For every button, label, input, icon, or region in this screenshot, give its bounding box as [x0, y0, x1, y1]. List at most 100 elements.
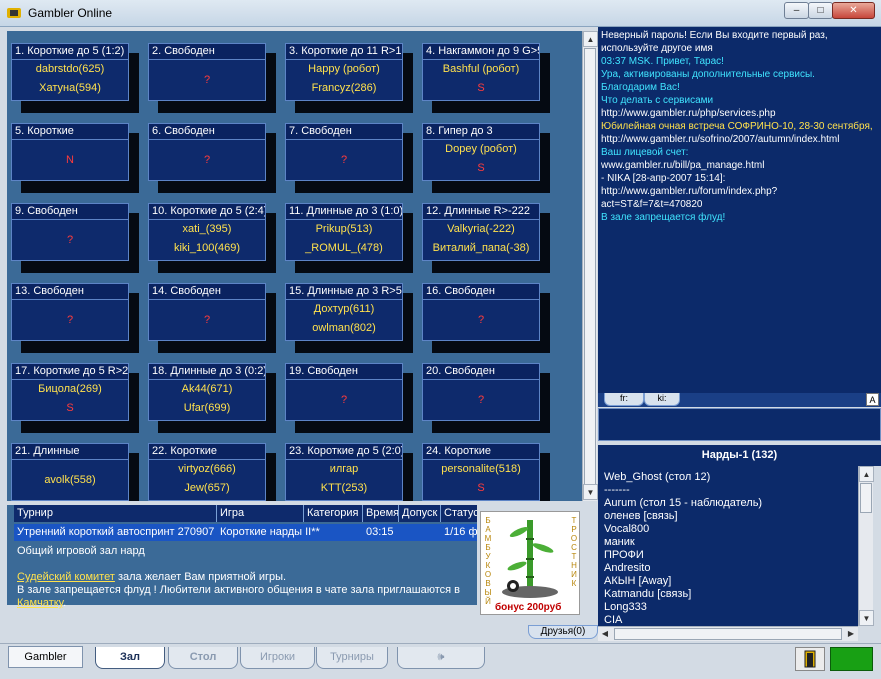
- table-player[interactable]: Bashful (робот): [423, 60, 539, 79]
- table-card[interactable]: 20. Свободен?: [422, 363, 540, 421]
- chat-tab-fr[interactable]: fr:: [604, 393, 644, 406]
- game-table[interactable]: 3. Короткие до 11 R>1 G Happy (робот) Fran…: [285, 43, 413, 113]
- game-table[interactable]: 4. Накгаммон до 9 G>5 Bashful (робот) S: [422, 43, 550, 113]
- table-player[interactable]: Dopey (робот): [423, 140, 539, 159]
- table-player[interactable]: kiki_100(469): [149, 239, 265, 258]
- table-player[interactable]: Francyz(286): [286, 79, 402, 98]
- table-card[interactable]: 16. Свободен?: [422, 283, 540, 341]
- lobby-scrollbar[interactable]: ▲ ▼: [582, 31, 598, 501]
- col-time[interactable]: Время: [363, 505, 399, 522]
- game-table[interactable]: 19. Свободен?: [285, 363, 413, 433]
- sound-icon[interactable]: 🕪: [397, 647, 485, 669]
- list-item[interactable]: Web_Ghost (стол 12): [604, 471, 858, 484]
- col-access[interactable]: Допуск: [399, 505, 441, 522]
- table-card[interactable]: 19. Свободен?: [285, 363, 403, 421]
- list-item[interactable]: оленев [связь]: [604, 510, 858, 523]
- tab-gambler[interactable]: Gambler: [8, 646, 83, 668]
- table-card[interactable]: 13. Свободен?: [11, 283, 129, 341]
- table-card[interactable]: 12. Длинные R>-222 Valkyria(-222) Виталий_…: [422, 203, 540, 261]
- table-player[interactable]: Ufar(699): [149, 399, 265, 418]
- col-category[interactable]: Категория: [304, 505, 363, 522]
- table-card[interactable]: 24. Короткие personalite(518) S: [422, 443, 540, 501]
- table-player[interactable]: Prikup(513): [286, 220, 402, 239]
- scroll-thumb[interactable]: [860, 483, 872, 513]
- table-card[interactable]: 2. Свободен?: [148, 43, 266, 101]
- col-status[interactable]: Статус: [441, 505, 477, 522]
- table-player[interactable]: Happy (робот): [286, 60, 402, 79]
- game-table[interactable]: 2. Свободен?: [148, 43, 276, 113]
- table-player[interactable]: KTT(253): [286, 479, 402, 498]
- table-player[interactable]: personalite(518): [423, 460, 539, 479]
- table-player[interactable]: Бицола(269): [12, 380, 128, 399]
- table-player[interactable]: Jew(657): [149, 479, 265, 498]
- list-item[interactable]: Katmandu [связь]: [604, 588, 858, 601]
- close-button[interactable]: ✕: [832, 2, 875, 19]
- game-table[interactable]: 21. Длинные avolk(558): [11, 443, 139, 501]
- list-item[interactable]: -------: [604, 484, 858, 497]
- table-card[interactable]: 17. Короткие до 5 R>250 Бицола(269) S: [11, 363, 129, 421]
- hscroll-thumb[interactable]: [614, 628, 842, 640]
- table-card[interactable]: 23. Короткие до 5 (2:0) илгар KTT(253): [285, 443, 403, 501]
- tab-players[interactable]: Игроки: [240, 647, 315, 669]
- col-tournament[interactable]: Турнир: [14, 505, 217, 522]
- table-player[interactable]: virtyoz(666): [149, 460, 265, 479]
- tab-tournaments[interactable]: Турниры: [316, 647, 388, 669]
- table-card[interactable]: 14. Свободен?: [148, 283, 266, 341]
- game-table[interactable]: 22. Короткие virtyoz(666) Jew(657): [148, 443, 276, 501]
- table-player[interactable]: Хатуна(594): [12, 79, 128, 98]
- players-hscrollbar[interactable]: ◀ ▶: [598, 626, 858, 641]
- table-player[interactable]: xati_(395): [149, 220, 265, 239]
- table-card[interactable]: 5. Короткие N: [11, 123, 129, 181]
- table-player[interactable]: avolk(558): [12, 460, 128, 501]
- game-table[interactable]: 11. Длинные до 3 (1:0) Prikup(513) _ROMUL_…: [285, 203, 413, 273]
- game-table[interactable]: 7. Свободен?: [285, 123, 413, 193]
- table-player[interactable]: dabrstdo(625): [12, 60, 128, 79]
- table-player[interactable]: Valkyria(-222): [423, 220, 539, 239]
- tab-table[interactable]: Стол: [168, 647, 238, 669]
- table-card[interactable]: 10. Короткие до 5 (2:4) xati_(395) kiki_10…: [148, 203, 266, 261]
- game-table[interactable]: 23. Короткие до 5 (2:0) илгар KTT(253): [285, 443, 413, 501]
- table-player[interactable]: Ak44(671): [149, 380, 265, 399]
- status-indicator[interactable]: [830, 647, 873, 671]
- table-card[interactable]: 7. Свободен?: [285, 123, 403, 181]
- game-table[interactable]: 13. Свободен?: [11, 283, 139, 353]
- table-row[interactable]: Утренний короткий автоспринт 270907 Коро…: [14, 524, 477, 541]
- list-item[interactable]: Long333: [604, 601, 858, 614]
- table-card[interactable]: 21. Длинные avolk(558): [11, 443, 129, 501]
- scroll-down-icon[interactable]: ▼: [583, 484, 598, 500]
- exit-door-icon[interactable]: [795, 647, 825, 671]
- game-table[interactable]: 17. Короткие до 5 R>250 Бицола(269) S: [11, 363, 139, 433]
- table-player[interactable]: Дохтур(611): [286, 300, 402, 319]
- game-table[interactable]: 18. Длинные до 3 (0:2) Ak44(671) Ufar(699): [148, 363, 276, 433]
- list-item[interactable]: Aurum (стол 15 - наблюдатель): [604, 497, 858, 510]
- scroll-thumb[interactable]: [584, 48, 596, 488]
- game-table[interactable]: 16. Свободен?: [422, 283, 550, 353]
- table-player[interactable]: _ROMUL_(478): [286, 239, 402, 258]
- list-item[interactable]: АКЫН [Away]: [604, 575, 858, 588]
- list-item[interactable]: CIA: [604, 614, 858, 626]
- maximize-button[interactable]: □: [808, 2, 833, 19]
- tab-hall[interactable]: Зал: [95, 647, 165, 669]
- bamboo-banner[interactable]: БАМБУКОВЫЙ ТРОСТНИК бонус 200руб: [480, 511, 580, 615]
- table-card[interactable]: 8. Гипер до 3 Dopey (робот) S: [422, 123, 540, 181]
- font-size-button[interactable]: A: [866, 393, 879, 406]
- table-card[interactable]: 11. Длинные до 3 (1:0) Prikup(513) _ROMUL_…: [285, 203, 403, 261]
- game-table[interactable]: 9. Свободен?: [11, 203, 139, 273]
- scroll-down-icon[interactable]: ▼: [859, 610, 874, 626]
- scroll-left-icon[interactable]: ◀: [598, 627, 612, 641]
- table-player[interactable]: илгар: [286, 460, 402, 479]
- game-table[interactable]: 10. Короткие до 5 (2:4) xati_(395) kiki_10…: [148, 203, 276, 273]
- minimize-button[interactable]: –: [784, 2, 809, 19]
- friends-tab[interactable]: Друзья(0): [528, 625, 598, 639]
- scroll-up-icon[interactable]: ▲: [583, 31, 598, 47]
- table-card[interactable]: 6. Свободен?: [148, 123, 266, 181]
- game-table[interactable]: 6. Свободен?: [148, 123, 276, 193]
- kamchatka-link[interactable]: Камчатку: [17, 597, 63, 609]
- game-table[interactable]: 8. Гипер до 3 Dopey (робот) S: [422, 123, 550, 193]
- game-table[interactable]: 1. Короткие до 5 (1:2) dabrstdo(625) Хатун…: [11, 43, 139, 113]
- chat-input[interactable]: [598, 408, 881, 441]
- col-game[interactable]: Игра: [217, 505, 304, 522]
- game-table[interactable]: 5. Короткие N: [11, 123, 139, 193]
- table-card[interactable]: 4. Накгаммон до 9 G>5 Bashful (робот) S: [422, 43, 540, 101]
- scroll-right-icon[interactable]: ▶: [844, 627, 858, 641]
